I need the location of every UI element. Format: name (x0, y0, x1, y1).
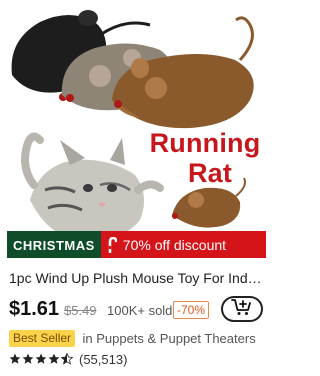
star-rating (9, 353, 74, 365)
christmas-label: CHRISTMAS (7, 231, 101, 258)
seller-row: Best Seller in Puppets & Puppet Theaters (9, 330, 274, 348)
christmas-promo-strip: CHRISTMAS 70% off discount (7, 231, 266, 258)
sold-count: 100K+ sold (107, 303, 173, 318)
review-count[interactable]: (55,513) (79, 352, 127, 367)
add-to-cart-button[interactable] (221, 296, 263, 322)
star-icon (35, 353, 47, 364)
rating-row: (55,513) (9, 350, 127, 368)
current-price: $1.61 (9, 298, 60, 320)
promo-title-line2: Rat (187, 158, 233, 188)
star-half-icon (61, 353, 73, 365)
original-price: $5.49 (64, 303, 97, 318)
star-icon (9, 353, 21, 364)
star-icon (48, 353, 60, 364)
category-link[interactable]: in Puppets & Puppet Theaters (82, 331, 255, 346)
star-icon (22, 353, 34, 364)
product-title[interactable]: 1pc Wind Up Plush Mouse Toy For Indo... (9, 270, 267, 286)
promo-title-line1: Running (149, 128, 261, 158)
best-seller-badge: Best Seller (9, 330, 76, 348)
christmas-discount-text: 70% off discount (122, 237, 227, 253)
product-image[interactable]: Running Rat CHRISTMAS 70% off discount (0, 0, 274, 258)
add-to-cart-icon (231, 298, 253, 321)
price-row: $1.61 $5.49 100K+ sold -70% (9, 296, 267, 324)
discount-badge: -70% (173, 301, 210, 319)
product-card[interactable]: Running Rat CHRISTMAS 70% off discount 1… (0, 0, 274, 376)
candy-cane-icon (107, 237, 117, 253)
